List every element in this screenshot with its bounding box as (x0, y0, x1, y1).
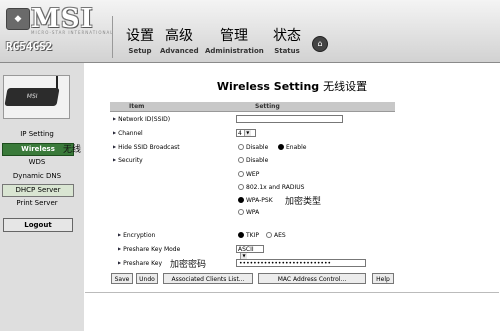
channel-value: 4 (238, 130, 242, 137)
encryption-option-aes[interactable]: AES (266, 232, 286, 239)
encryption-label: Encryption (118, 232, 155, 239)
encryption-option-tkip[interactable]: TKIP (238, 232, 259, 239)
help-button[interactable]: Help (372, 273, 394, 284)
hide-ssid-disable-label: Disable (246, 144, 269, 151)
nav-status-en: Status (274, 47, 300, 55)
security-option-disable[interactable]: Disable (238, 157, 268, 164)
undo-button[interactable]: Undo (136, 273, 158, 284)
security-option-8021x[interactable]: 802.1x and RADIUS (238, 184, 304, 191)
encryption-option-aes-label: AES (274, 232, 286, 239)
logout-button[interactable]: Logout (3, 218, 73, 232)
preshare-key-label: Preshare Key (118, 260, 162, 267)
hide-ssid-disable-option[interactable]: Disable (238, 144, 268, 151)
radio-icon (266, 232, 272, 238)
chevron-down-icon: ▼ (243, 130, 251, 136)
preshare-key-input[interactable]: •••••••••••••••••••••••••• (236, 259, 366, 267)
encryption-option-tkip-label: TKIP (246, 232, 259, 239)
security-option-wpa-psk-label: WPA-PSK (246, 197, 273, 204)
sidebar-item-print-server[interactable]: Print Server (2, 198, 72, 209)
header-divider (112, 16, 113, 58)
sidebar-item-dynamic-dns[interactable]: Dynamic DNS (2, 171, 72, 182)
table-header: Item Setting (110, 102, 395, 112)
nav-advanced-zh: 高级 (165, 28, 193, 44)
security-option-wpa-psk[interactable]: WPA-PSK (238, 197, 273, 204)
nav-administration-en: Administration (205, 47, 264, 55)
router-body: MSI (4, 88, 60, 106)
security-option-wpa-label: WPA (246, 209, 260, 216)
save-button[interactable]: Save (111, 273, 133, 284)
radio-icon (238, 144, 244, 150)
msi-shield-icon: ◆ (6, 8, 30, 30)
home-icon[interactable]: ⌂ (312, 36, 328, 52)
radio-selected-icon (238, 197, 244, 203)
model-name: RG54GS2 (6, 40, 53, 53)
brand-tagline: MICRO-STAR INTERNATIONAL (31, 30, 114, 35)
sidebar-item-ip-setting[interactable]: IP Setting (2, 129, 72, 140)
nav-administration-zh: 管理 (220, 28, 248, 44)
security-option-disable-label: Disable (246, 157, 269, 164)
ssid-input[interactable] (236, 115, 343, 123)
key-mode-select[interactable]: ASCII▼ (236, 245, 264, 259)
nav-setup-en: Setup (128, 47, 152, 55)
nav-advanced-en: Advanced (160, 47, 199, 55)
hide-ssid-enable-option[interactable]: Enable (278, 144, 306, 151)
hide-ssid-label: Hide SSID Broadcast (113, 144, 180, 151)
nav-status[interactable]: 状态 Status (270, 28, 304, 55)
key-mode-value: ASCII (238, 246, 254, 253)
associated-clients-button[interactable]: Associated Clients List... (163, 273, 253, 284)
key-mode-label: Preshare Key Mode (118, 246, 180, 253)
radio-icon (238, 171, 244, 177)
radio-icon (238, 184, 244, 190)
nav-administration[interactable]: 管理 Administration (205, 28, 264, 55)
radio-icon (238, 209, 244, 215)
security-option-wep-label: WEP (246, 171, 260, 178)
footer-divider (85, 292, 499, 293)
page-title-en: Wireless Setting (216, 80, 320, 93)
sidebar-item-wds[interactable]: WDS (2, 157, 72, 168)
nav-setup-zh: 设置 (126, 28, 154, 44)
nav-advanced[interactable]: 高级 Advanced (160, 28, 199, 55)
mac-address-control-button[interactable]: MAC Address Control... (258, 273, 366, 284)
sidebar-item-dhcp-server[interactable]: DHCP Server (2, 184, 74, 197)
security-option-wep[interactable]: WEP (238, 171, 259, 178)
nav-setup[interactable]: 设置 Setup (122, 28, 158, 55)
col-setting: Setting (255, 103, 280, 110)
nav-status-zh: 状态 (273, 28, 301, 44)
col-item: Item (129, 103, 145, 110)
radio-icon (238, 157, 244, 163)
annotation-security-type: 加密类型 (285, 197, 322, 207)
page-title: Wireless Setting 无线设置 (85, 78, 499, 94)
radio-selected-icon (278, 144, 284, 150)
security-option-8021x-label: 802.1x and RADIUS (246, 184, 305, 191)
security-option-wpa[interactable]: WPA (238, 209, 259, 216)
channel-select[interactable]: 4 ▼ (236, 129, 256, 137)
ssid-label: Network ID(SSID) (113, 116, 170, 123)
hide-ssid-enable-label: Enable (286, 144, 307, 151)
channel-label: Channel (113, 130, 143, 137)
page-title-zh: 无线设置 (323, 80, 368, 93)
annotation-wireless: 无线 (63, 145, 82, 155)
security-label: Security (113, 157, 143, 164)
annotation-password: 加密密码 (170, 260, 207, 270)
radio-selected-icon (238, 232, 244, 238)
